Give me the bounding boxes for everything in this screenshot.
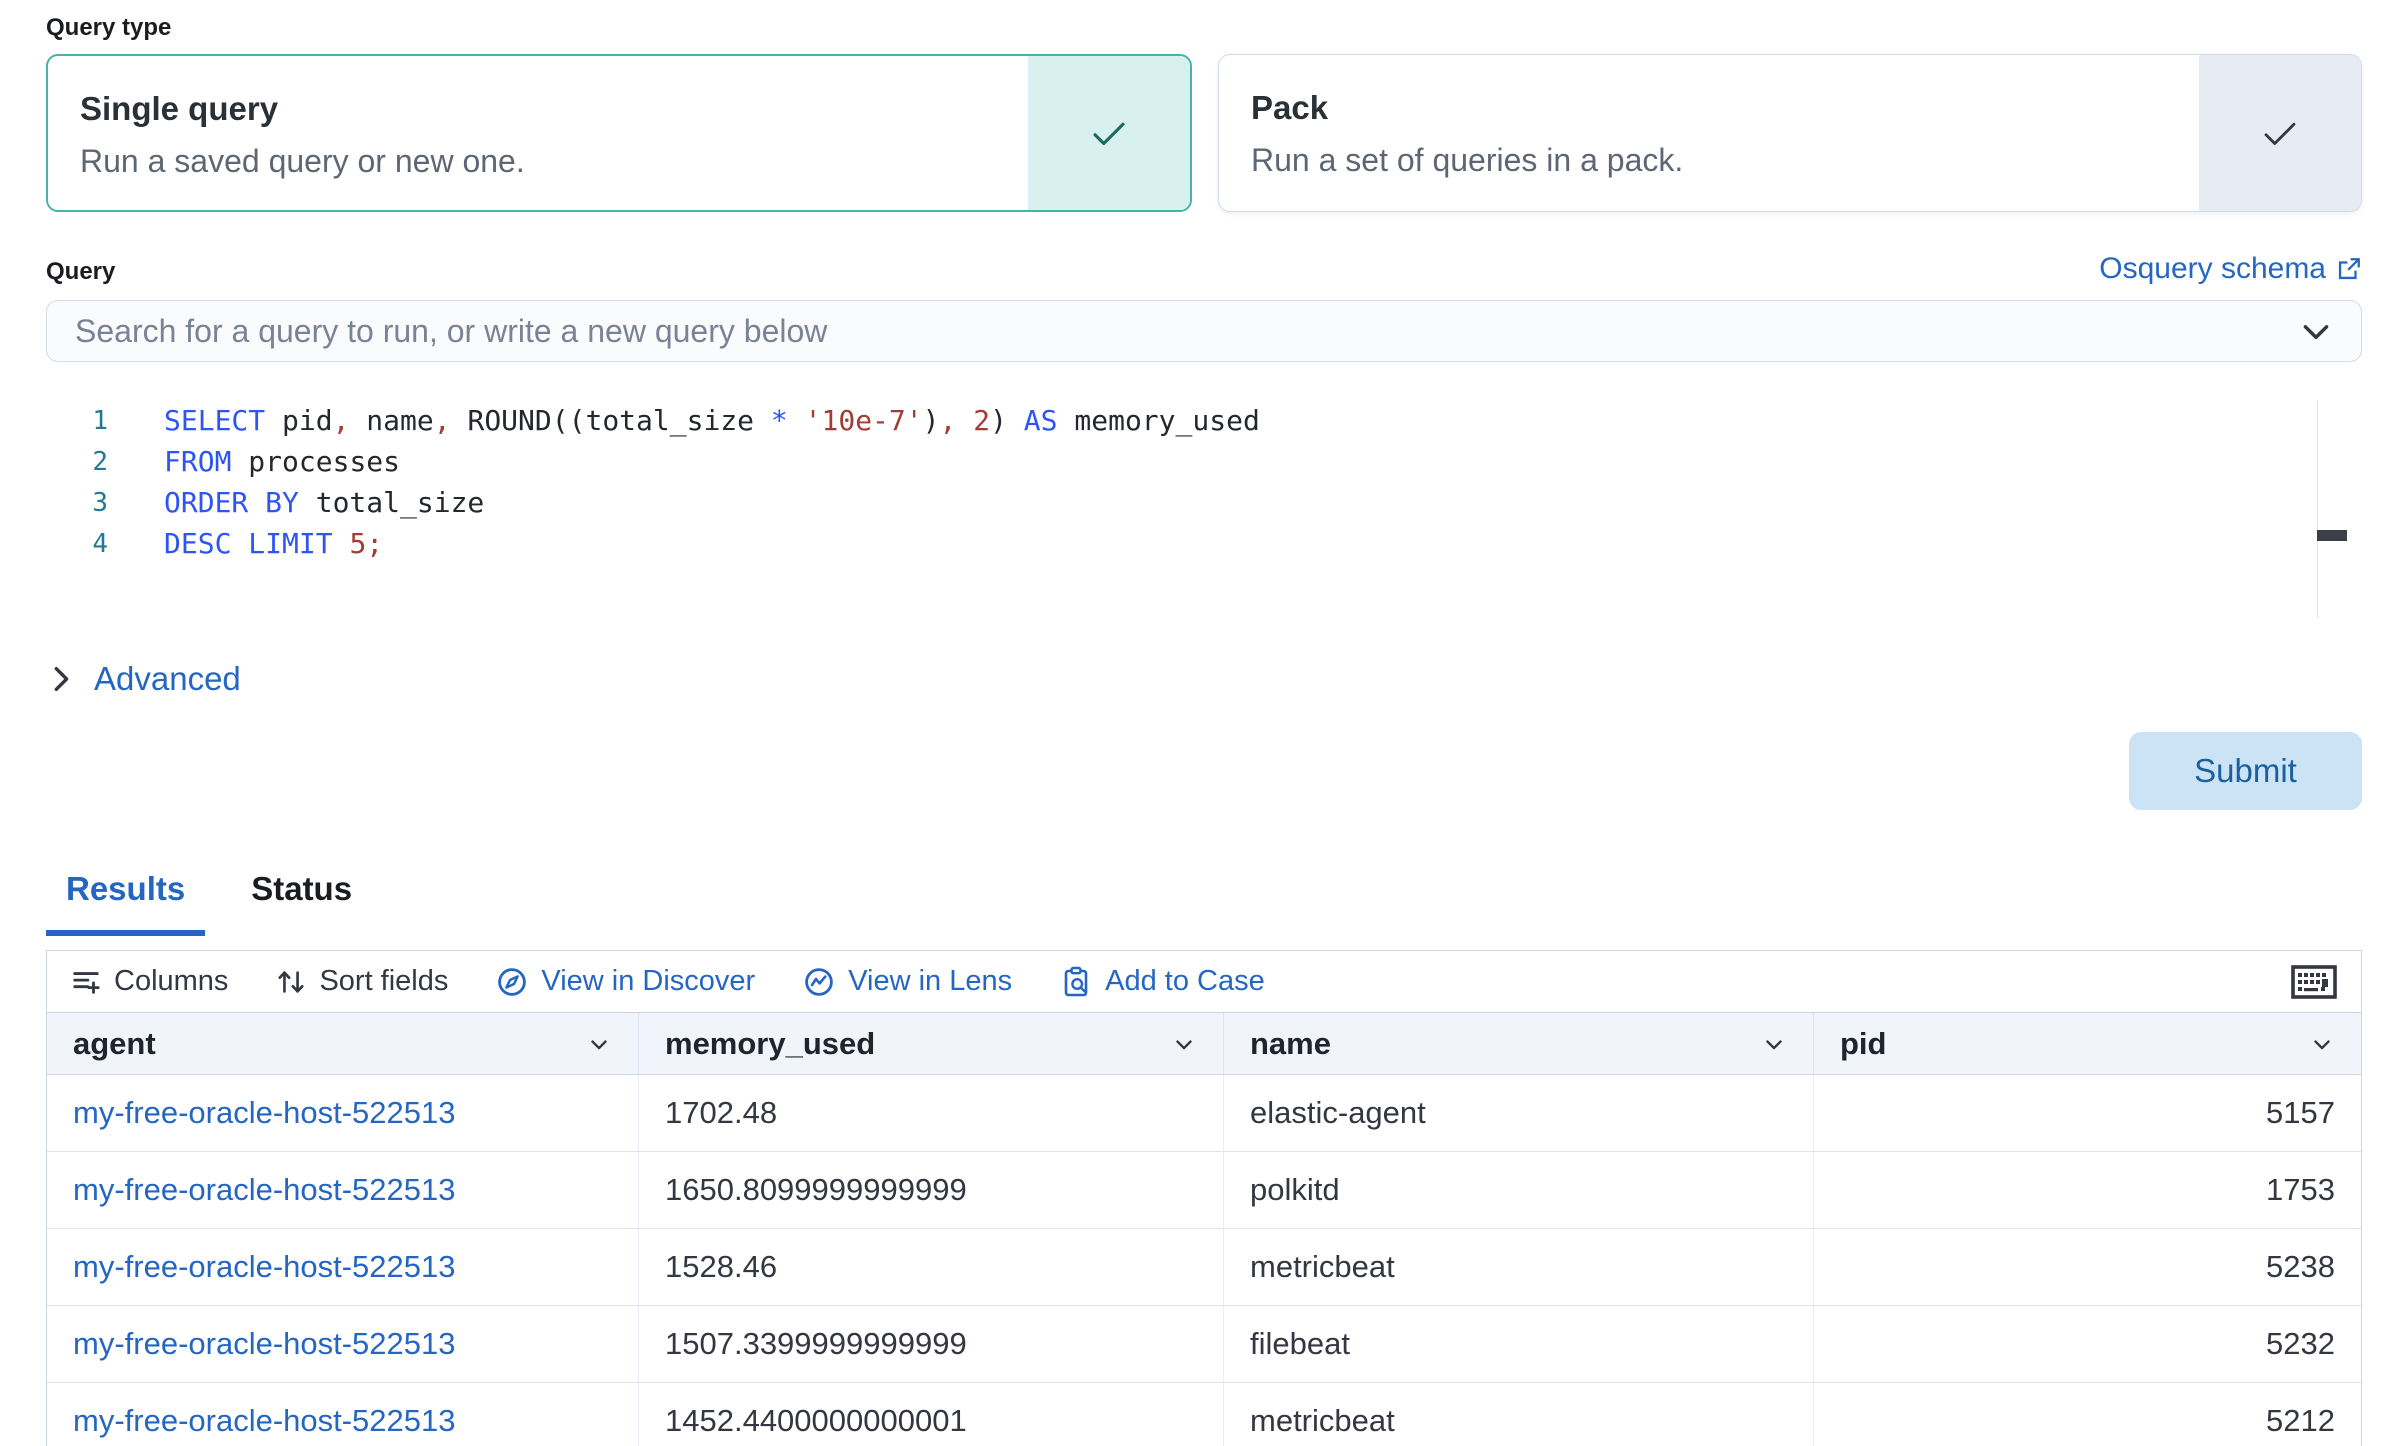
cell-memory_used: 1650.8099999999999 (639, 1152, 1224, 1228)
results-table-body: my-free-oracle-host-522513 1702.48elastic… (47, 1075, 2361, 1446)
cell-memory_used: 1452.4400000000001 (639, 1383, 1224, 1446)
single-query-check-band (1028, 56, 1190, 210)
cell-name: metricbeat (1224, 1383, 1814, 1446)
chevron-down-icon[interactable] (1761, 1031, 1787, 1057)
sql-query-editor[interactable]: 1SELECT pid, name, ROUND((total_size * '… (46, 400, 2362, 618)
cell-pid: 5212 (1814, 1383, 2361, 1446)
column-header-name[interactable]: name (1224, 1013, 1814, 1074)
query-label: Query (46, 258, 115, 286)
chevron-down-icon[interactable] (2299, 314, 2333, 348)
chevron-down-icon[interactable] (2309, 1031, 2335, 1057)
table-row: my-free-oracle-host-522513 1507.339999999… (47, 1306, 2361, 1383)
check-icon (1088, 112, 1130, 154)
pack-description: Run a set of queries in a pack. (1251, 142, 2199, 179)
line-number: 4 (46, 529, 108, 559)
code-text: DESC LIMIT 5; (108, 527, 383, 560)
columns-icon (71, 967, 101, 997)
single-query-description: Run a saved query or new one. (80, 143, 1028, 180)
line-number: 2 (46, 447, 108, 477)
code-text: SELECT pid, name, ROUND((total_size * '1… (108, 404, 1260, 437)
discover-icon (496, 966, 528, 998)
cell-agent: my-free-oracle-host-522513 (47, 1383, 639, 1446)
agent-link[interactable]: my-free-oracle-host-522513 (73, 1249, 456, 1285)
editor-scrollbar-marker[interactable] (2317, 530, 2347, 541)
saved-query-placeholder: Search for a query to run, or write a ne… (75, 313, 2299, 350)
cell-pid: 5232 (1814, 1306, 2361, 1382)
add-to-case-icon (1060, 966, 1092, 998)
cell-name: polkitd (1224, 1152, 1814, 1228)
single-query-title: Single query (80, 90, 1028, 128)
query-type-cards: Single query Run a saved query or new on… (46, 54, 2362, 212)
sort-icon (276, 967, 306, 997)
view-in-discover-button[interactable]: View in Discover (496, 965, 755, 998)
advanced-toggle[interactable]: Advanced (46, 660, 2362, 698)
code-text: ORDER BY total_size (108, 486, 484, 519)
add-to-case-button[interactable]: Add to Case (1060, 965, 1265, 998)
editor-overview-ruler (2317, 400, 2318, 618)
cell-pid: 1753 (1814, 1152, 2361, 1228)
advanced-label: Advanced (94, 660, 241, 698)
saved-query-select[interactable]: Search for a query to run, or write a ne… (46, 300, 2362, 362)
line-number: 3 (46, 488, 108, 518)
cell-pid: 5238 (1814, 1229, 2361, 1305)
code-line: 3ORDER BY total_size (46, 482, 2362, 523)
chevron-down-icon[interactable] (1171, 1031, 1197, 1057)
code-line: 4DESC LIMIT 5; (46, 523, 2362, 564)
view-in-lens-button[interactable]: View in Lens (803, 965, 1012, 998)
cell-memory_used: 1528.46 (639, 1229, 1224, 1305)
agent-link[interactable]: my-free-oracle-host-522513 (73, 1095, 456, 1131)
keyboard-icon (2291, 965, 2337, 999)
agent-link[interactable]: my-free-oracle-host-522513 (73, 1326, 456, 1362)
cell-agent: my-free-oracle-host-522513 (47, 1229, 639, 1305)
cell-name: metricbeat (1224, 1229, 1814, 1305)
osquery-schema-link[interactable]: Osquery schema (2099, 252, 2362, 286)
columns-button[interactable]: Columns (71, 965, 228, 998)
table-row: my-free-oracle-host-522513 1452.440000000… (47, 1383, 2361, 1446)
cell-name: elastic-agent (1224, 1075, 1814, 1151)
pack-card[interactable]: Pack Run a set of queries in a pack. (1218, 54, 2362, 212)
sort-fields-button[interactable]: Sort fields (276, 965, 448, 998)
query-type-label: Query type (46, 14, 2362, 42)
code-text: FROM processes (108, 445, 400, 478)
results-table-header: agent memory_used name pid (47, 1013, 2361, 1075)
cell-agent: my-free-oracle-host-522513 (47, 1306, 639, 1382)
external-link-icon (2336, 256, 2362, 282)
cell-memory_used: 1702.48 (639, 1075, 1224, 1151)
code-line: 2FROM processes (46, 441, 2362, 482)
lens-icon (803, 966, 835, 998)
tab-status[interactable]: Status (231, 864, 372, 936)
results-tabs: Results Status (46, 864, 2362, 936)
table-row: my-free-oracle-host-522513 1528.46metricb… (47, 1229, 2361, 1306)
agent-link[interactable]: my-free-oracle-host-522513 (73, 1172, 456, 1208)
tab-results[interactable]: Results (46, 864, 205, 936)
chevron-right-icon (46, 664, 76, 694)
code-line: 1SELECT pid, name, ROUND((total_size * '… (46, 400, 2362, 441)
table-row: my-free-oracle-host-522513 1650.809999999… (47, 1152, 2361, 1229)
results-panel: Columns Sort fields View in Discover (46, 950, 2362, 1446)
pack-title: Pack (1251, 89, 2199, 127)
column-header-memory-used[interactable]: memory_used (639, 1013, 1224, 1074)
agent-link[interactable]: my-free-oracle-host-522513 (73, 1403, 456, 1439)
column-header-agent[interactable]: agent (47, 1013, 639, 1074)
submit-button[interactable]: Submit (2129, 732, 2362, 810)
cell-agent: my-free-oracle-host-522513 (47, 1152, 639, 1228)
check-icon (2259, 112, 2301, 154)
cell-memory_used: 1507.3399999999999 (639, 1306, 1224, 1382)
cell-agent: my-free-oracle-host-522513 (47, 1075, 639, 1151)
results-toolbar: Columns Sort fields View in Discover (47, 951, 2361, 1013)
column-header-pid[interactable]: pid (1814, 1013, 2361, 1074)
pack-check-band (2199, 55, 2361, 211)
osquery-live-query-page: Query type Single query Run a saved quer… (0, 0, 2408, 1446)
cell-pid: 5157 (1814, 1075, 2361, 1151)
keyboard-shortcuts-button[interactable] (2291, 965, 2337, 999)
cell-name: filebeat (1224, 1306, 1814, 1382)
single-query-card[interactable]: Single query Run a saved query or new on… (46, 54, 1192, 212)
line-number: 1 (46, 406, 108, 436)
chevron-down-icon[interactable] (586, 1031, 612, 1057)
table-row: my-free-oracle-host-522513 1702.48elastic… (47, 1075, 2361, 1152)
